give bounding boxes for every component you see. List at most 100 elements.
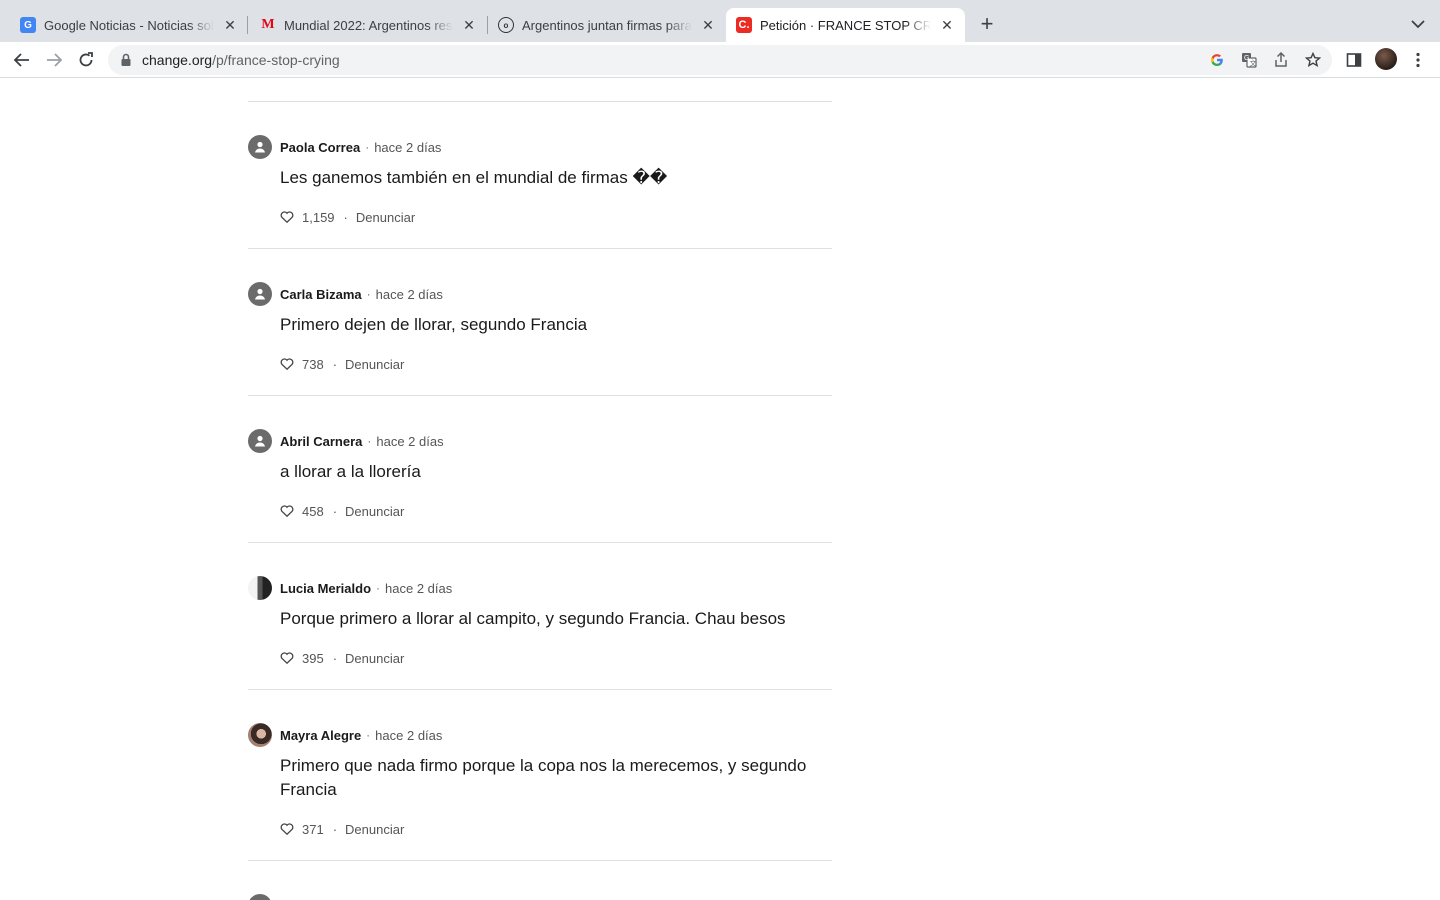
comment-actions: 395 · Denunciar: [280, 649, 404, 667]
comment-time: hace 2 días: [374, 139, 442, 155]
separator-dot: ·: [332, 356, 338, 372]
comment-text: Primero que nada firmo porque la copa no…: [280, 756, 807, 799]
user-icon: [255, 435, 265, 447]
avatar: [248, 429, 272, 453]
tab-search-button[interactable]: [1406, 14, 1430, 34]
tab-google-news[interactable]: G Google Noticias - Noticias sobre ✕: [0, 8, 248, 42]
comment-text: Les ganemos también en el mundial de fir…: [280, 168, 668, 187]
comment-author[interactable]: Abril Carnera: [280, 434, 362, 449]
avatar: [248, 894, 272, 900]
comment-item: Mayra Alegre · hace 2 días Primero que n…: [248, 723, 832, 861]
comment-time: hace 2 días: [376, 433, 444, 449]
like-count: 738: [302, 356, 324, 372]
address-bar[interactable]: change.org/p/france-stop-crying G文: [108, 45, 1332, 75]
close-icon[interactable]: ✕: [700, 17, 716, 33]
comment-item: Paola Correa · hace 2 días Les ganemos t…: [248, 135, 832, 249]
avatar: [248, 723, 272, 747]
separator-dot: ·: [366, 728, 371, 742]
like-count: 371: [302, 821, 324, 837]
tab-title: Mundial 2022: Argentinos respon: [284, 17, 453, 33]
separator-dot: ·: [332, 650, 338, 666]
back-button[interactable]: [10, 48, 34, 72]
page-content: Paola Correa · hace 2 días Les ganemos t…: [0, 79, 1440, 900]
ole-icon: o: [498, 17, 514, 33]
heart-icon[interactable]: [280, 210, 294, 224]
comment-author[interactable]: Paola Correa: [280, 140, 360, 155]
tab-title: Petición · FRANCE STOP CRYING: [760, 17, 931, 33]
comment-time: hace 2 días: [375, 286, 443, 302]
report-link[interactable]: Denunciar: [356, 210, 415, 225]
google-lens-icon[interactable]: [1208, 52, 1226, 68]
close-icon[interactable]: ✕: [939, 17, 955, 33]
marca-icon: M: [261, 17, 275, 32]
comment-actions: 371 · Denunciar: [280, 820, 404, 838]
tab-change-org[interactable]: C. Petición · FRANCE STOP CRYING ✕: [726, 8, 965, 42]
heart-icon[interactable]: [280, 822, 294, 836]
tab-title: Google Noticias - Noticias sobre: [44, 17, 214, 33]
report-link[interactable]: Denunciar: [345, 504, 404, 519]
browser-toolbar: change.org/p/france-stop-crying G文: [0, 42, 1440, 78]
separator-dot: ·: [332, 821, 338, 837]
forward-button[interactable]: [42, 48, 66, 72]
close-icon[interactable]: ✕: [461, 17, 477, 33]
heart-icon[interactable]: [280, 504, 294, 518]
side-panel-icon[interactable]: [1344, 50, 1364, 70]
comment-header: Abril Carnera · hace 2 días: [248, 429, 444, 453]
comment-text: Primero dejen de llorar, segundo Francia: [280, 315, 588, 334]
like-count: 395: [302, 650, 324, 666]
comment-actions: 738 · Denunciar: [280, 355, 404, 373]
menu-kebab-icon[interactable]: [1408, 50, 1428, 70]
heart-icon[interactable]: [280, 357, 294, 371]
bookmark-star-icon[interactable]: [1304, 52, 1322, 68]
divider: [248, 101, 832, 102]
report-link[interactable]: Denunciar: [345, 822, 404, 837]
url-text: change.org/p/france-stop-crying: [142, 52, 340, 68]
profile-avatar[interactable]: [1375, 48, 1397, 70]
avatar: [248, 282, 272, 306]
tab-ole[interactable]: o Argentinos juntan firmas para qu ✕: [478, 8, 726, 42]
comment-header: Lucia Merialdo · hace 2 días: [248, 576, 452, 600]
comment-author[interactable]: Mayra Alegre: [280, 728, 361, 743]
new-tab-button[interactable]: +: [975, 13, 999, 37]
comment-header: Mayra Alegre · hace 2 días: [248, 723, 442, 747]
separator-dot: ·: [365, 140, 370, 154]
change-org-icon: C.: [736, 17, 752, 33]
share-icon[interactable]: [1272, 52, 1290, 68]
comment-item: Lucia Merialdo · hace 2 días Porque prim…: [248, 576, 832, 690]
comment-item: Abril Carnera · hace 2 días a llorar a l…: [248, 429, 832, 543]
translate-icon[interactable]: G文: [1240, 52, 1258, 68]
arrow-left-icon: [13, 53, 29, 67]
chevron-down-icon: [1411, 20, 1425, 29]
comment-header: Carla Bizama · hace 2 días: [248, 282, 443, 306]
separator-dot: ·: [376, 581, 381, 595]
user-icon: [255, 141, 265, 153]
comment-text: Porque primero a llorar al campito, y se…: [280, 609, 786, 628]
reload-button[interactable]: [74, 48, 98, 72]
lock-icon[interactable]: [120, 53, 132, 67]
user-icon: [255, 288, 265, 300]
separator-dot: ·: [343, 209, 348, 225]
separator-dot: ·: [366, 287, 371, 301]
comment-time: hace 2 días: [375, 727, 443, 743]
comment-text: a llorar a la llorería: [280, 462, 421, 481]
arrow-right-icon: [47, 53, 63, 67]
like-count: 1,159: [302, 209, 335, 225]
close-icon[interactable]: ✕: [222, 17, 238, 33]
like-count: 458: [302, 503, 324, 519]
report-link[interactable]: Denunciar: [345, 651, 404, 666]
avatar: [248, 135, 272, 159]
separator-dot: ·: [332, 503, 338, 519]
comment-actions: 458 · Denunciar: [280, 502, 404, 520]
google-news-icon: G: [20, 17, 36, 33]
tab-strip: G Google Noticias - Noticias sobre ✕ M M…: [0, 0, 1440, 42]
reload-icon: [79, 52, 93, 67]
tab-marca[interactable]: M Mundial 2022: Argentinos respon ✕: [240, 8, 487, 42]
comment-author[interactable]: Carla Bizama: [280, 287, 362, 302]
comment-actions: 1,159 · Denunciar: [280, 208, 415, 226]
report-link[interactable]: Denunciar: [345, 357, 404, 372]
comment-header: Paola Correa · hace 2 días: [248, 135, 441, 159]
heart-icon[interactable]: [280, 651, 294, 665]
tab-title: Argentinos juntan firmas para qu: [522, 17, 692, 33]
comment-item: Carla Bizama · hace 2 días Primero dejen…: [248, 282, 832, 396]
comment-author[interactable]: Lucia Merialdo: [280, 581, 371, 596]
